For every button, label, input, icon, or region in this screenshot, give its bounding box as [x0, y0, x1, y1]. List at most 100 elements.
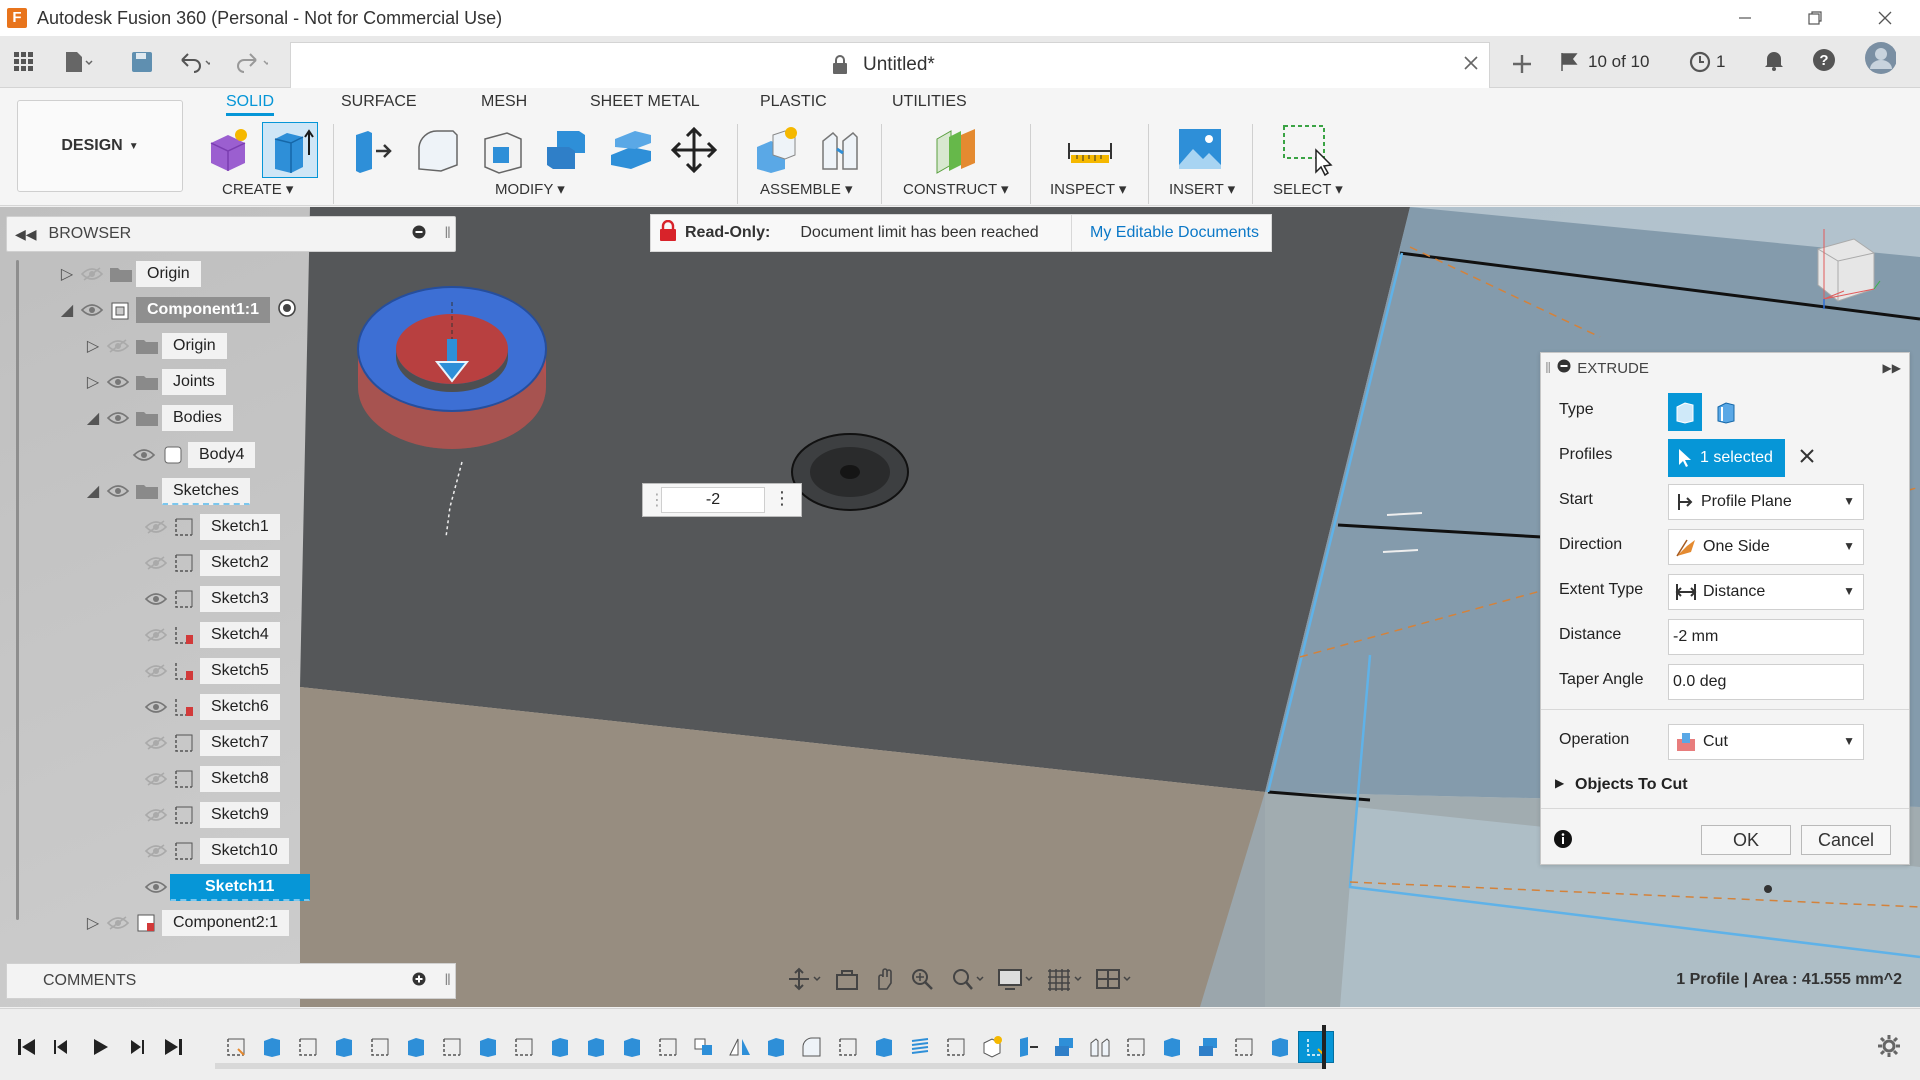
play-icon[interactable]: [86, 1033, 114, 1061]
tree-item-body4[interactable]: Body4: [130, 440, 256, 470]
new-tab-icon[interactable]: [1506, 48, 1538, 80]
press-pull-tool[interactable]: [345, 122, 401, 178]
timeline-sketch-icon[interactable]: [218, 1031, 254, 1063]
joint-tool[interactable]: [812, 122, 868, 178]
measure-tool[interactable]: [1062, 122, 1118, 178]
panel-grip-icon[interactable]: ‖: [444, 972, 451, 990]
timeline-sketch-icon[interactable]: [938, 1031, 974, 1063]
timeline-extrude-icon[interactable]: [542, 1031, 578, 1063]
insert-group[interactable]: INSERT ▾: [1169, 180, 1235, 198]
tree-item-sketch5[interactable]: Sketch5: [142, 656, 280, 686]
tree-item-sketch2[interactable]: Sketch2: [142, 548, 280, 578]
timeline-sketch-icon[interactable]: [506, 1031, 542, 1063]
expand-arrow-icon[interactable]: ▷: [56, 263, 78, 285]
timeline-joint-icon[interactable]: [1082, 1031, 1118, 1063]
job-status[interactable]: 1: [1688, 42, 1725, 82]
eye-hidden-icon[interactable]: [78, 263, 106, 285]
workspace-switcher[interactable]: DESIGN ▼: [17, 100, 183, 192]
tree-item-sketch7[interactable]: Sketch7: [142, 728, 280, 758]
file-menu-icon[interactable]: [62, 46, 94, 78]
tab-utilities[interactable]: UTILITIES: [892, 90, 967, 116]
panel-grip-icon[interactable]: ‖: [444, 225, 451, 243]
clear-selection-icon[interactable]: [1799, 448, 1815, 469]
help-icon[interactable]: ?: [1808, 44, 1840, 76]
eye-hidden-icon[interactable]: [104, 335, 132, 357]
offset-plane-tool[interactable]: [928, 122, 984, 178]
type-thin-extrude-button[interactable]: [1709, 393, 1743, 431]
eye-visible-icon[interactable]: [78, 299, 106, 321]
timeline-mirror-icon[interactable]: [722, 1031, 758, 1063]
display-settings-icon[interactable]: [997, 967, 1033, 996]
timeline-sketch-icon[interactable]: [650, 1031, 686, 1063]
minimize-button[interactable]: [1710, 0, 1780, 36]
timeline-thread-icon[interactable]: [902, 1031, 938, 1063]
zoom-icon[interactable]: [910, 967, 936, 996]
more-options-icon[interactable]: ⋮: [773, 488, 791, 509]
viewports-icon[interactable]: [1095, 967, 1131, 996]
data-panel-grid-icon[interactable]: [8, 46, 40, 78]
timeline-extrude-icon[interactable]: [614, 1031, 650, 1063]
minimize-panel-icon[interactable]: [412, 225, 426, 244]
distance-manipulator-input[interactable]: [661, 487, 765, 513]
tree-item-origin[interactable]: ▷ Origin: [56, 259, 201, 289]
distance-input[interactable]: -2 mm: [1668, 619, 1864, 655]
timeline-new-component-icon[interactable]: [974, 1031, 1010, 1063]
timeline-extrude-icon[interactable]: [1262, 1031, 1298, 1063]
extent-type-dropdown[interactable]: Distance ▼: [1668, 574, 1864, 610]
timeline-extrude-icon[interactable]: [578, 1031, 614, 1063]
tree-item-sketch1[interactable]: Sketch1: [142, 512, 280, 542]
objects-to-cut-row[interactable]: ▶ Objects To Cut: [1541, 766, 1909, 806]
move-copy-tool[interactable]: [666, 122, 722, 178]
restore-button[interactable]: [1780, 0, 1850, 36]
timeline-extrude-icon[interactable]: [326, 1031, 362, 1063]
timeline-extrude-icon[interactable]: [758, 1031, 794, 1063]
collapse-dialog-icon[interactable]: [1557, 359, 1571, 377]
eye-hidden-icon[interactable]: [142, 660, 170, 682]
tree-item-sketches[interactable]: ◢ Sketches: [82, 476, 250, 506]
create-group[interactable]: CREATE ▾: [222, 180, 293, 198]
eye-hidden-icon[interactable]: [142, 552, 170, 574]
timeline-sketch-icon[interactable]: [830, 1031, 866, 1063]
expand-dialog-icon[interactable]: ▶▶: [1883, 361, 1901, 375]
expand-arrow-icon[interactable]: ▶: [1555, 776, 1564, 790]
close-window-button[interactable]: [1850, 0, 1920, 36]
window-select-tool[interactable]: [1278, 122, 1334, 178]
modify-group[interactable]: MODIFY ▾: [495, 180, 565, 198]
construct-group[interactable]: CONSTRUCT ▾: [903, 180, 1009, 198]
tab-solid[interactable]: SOLID: [226, 90, 275, 116]
new-component-assemble-tool[interactable]: [748, 122, 804, 178]
orbit-icon[interactable]: [787, 967, 821, 996]
add-comment-icon[interactable]: [412, 972, 426, 991]
assemble-group[interactable]: ASSEMBLE ▾: [760, 180, 853, 198]
eye-hidden-icon[interactable]: [104, 912, 132, 934]
save-icon[interactable]: [126, 46, 158, 78]
timeline-extrude-icon[interactable]: [254, 1031, 290, 1063]
my-editable-documents-link[interactable]: My Editable Documents: [1071, 215, 1259, 251]
operation-dropdown[interactable]: Cut ▼: [1668, 724, 1864, 760]
tree-item-comp-origin[interactable]: ▷ Origin: [82, 331, 227, 361]
go-to-end-icon[interactable]: [160, 1033, 188, 1061]
new-component-tool[interactable]: [200, 122, 256, 178]
timeline-extrude-icon[interactable]: [866, 1031, 902, 1063]
tree-item-sketch10[interactable]: Sketch10: [142, 836, 289, 866]
browser-scrollbar[interactable]: [16, 260, 19, 920]
tab-plastic[interactable]: PLASTIC: [760, 90, 827, 116]
collapse-arrow-icon[interactable]: ◢: [56, 299, 78, 321]
collapse-arrow-icon[interactable]: ◢: [82, 407, 104, 429]
zoom-window-icon[interactable]: [950, 967, 984, 996]
timeline-press-pull-icon[interactable]: [1010, 1031, 1046, 1063]
tree-item-component1[interactable]: ◢ Component1:1: [56, 295, 298, 325]
eye-visible-icon[interactable]: [130, 444, 158, 466]
combine-tool[interactable]: [538, 122, 594, 178]
step-forward-icon[interactable]: [122, 1033, 150, 1061]
shell-tool[interactable]: [474, 122, 530, 178]
offset-face-tool[interactable]: [602, 122, 658, 178]
notifications-bell-icon[interactable]: [1758, 44, 1790, 76]
browser-panel-header[interactable]: ◀◀ BROWSER ‖: [6, 216, 456, 252]
timeline-extrude-icon[interactable]: [470, 1031, 506, 1063]
info-icon[interactable]: [1553, 829, 1573, 854]
fillet-tool[interactable]: [410, 122, 466, 178]
taper-angle-input[interactable]: 0.0 deg: [1668, 664, 1864, 700]
start-dropdown[interactable]: Profile Plane ▼: [1668, 484, 1864, 520]
eye-hidden-icon[interactable]: [142, 732, 170, 754]
